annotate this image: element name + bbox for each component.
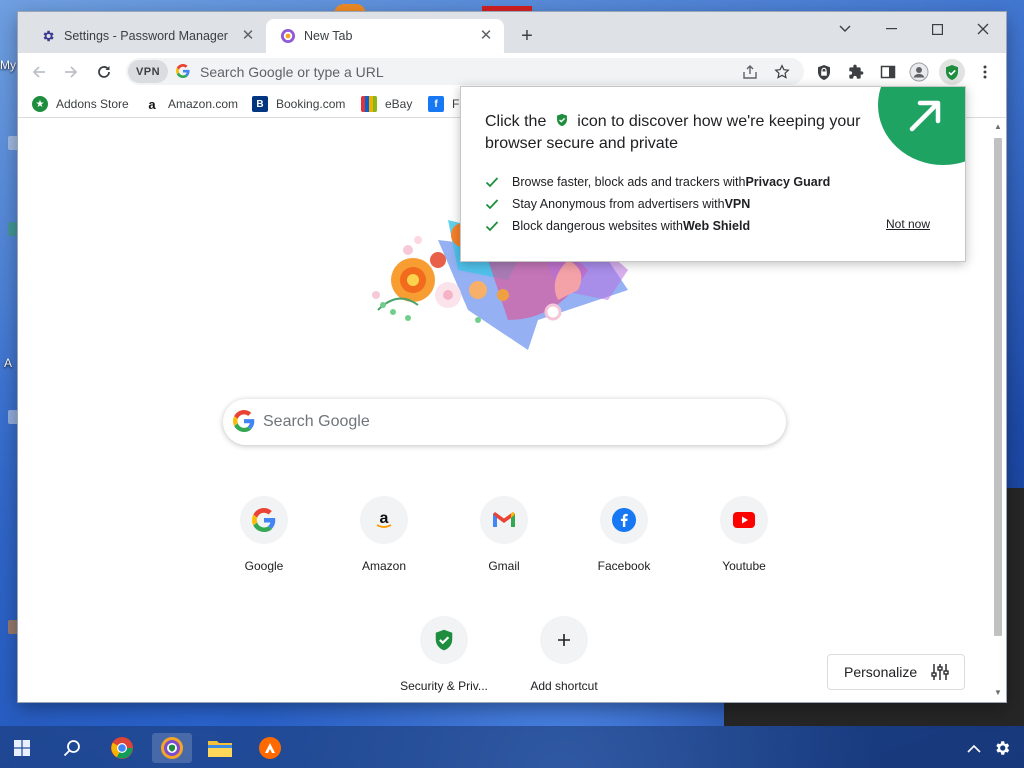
vpn-button[interactable]: VPN xyxy=(128,60,168,83)
security-extension-icon[interactable] xyxy=(939,59,965,85)
list-item: Block dangerous websites with Web Shield xyxy=(485,215,830,237)
checkmark-icon xyxy=(485,221,499,232)
bookmark-addons-store[interactable]: ★ Addons Store xyxy=(32,95,129,113)
shortcut-facebook[interactable]: Facebook xyxy=(568,496,680,596)
tab-search-chevron-icon[interactable] xyxy=(822,16,868,42)
sliders-icon xyxy=(930,662,950,685)
list-item: Stay Anonymous from advertisers with VPN xyxy=(485,193,830,215)
avast-icon[interactable] xyxy=(250,733,290,763)
menu-kebab-icon[interactable] xyxy=(974,61,996,83)
gmail-icon xyxy=(480,496,528,544)
file-explorer-icon[interactable] xyxy=(200,733,240,763)
address-bar[interactable]: VPN xyxy=(126,58,804,85)
secure-browser-icon[interactable] xyxy=(152,733,192,763)
taskbar xyxy=(0,726,1024,768)
amazon-icon: a xyxy=(360,496,408,544)
youtube-icon xyxy=(720,496,768,544)
settings-gear-icon[interactable] xyxy=(982,733,1022,763)
shortcut-google[interactable]: Google xyxy=(208,496,320,596)
feature-list: Browse faster, block ads and trackers wi… xyxy=(485,171,830,237)
google-icon xyxy=(240,496,288,544)
google-search-box[interactable] xyxy=(223,399,786,445)
security-promo-popup: Click the icon to discover how we're kee… xyxy=(460,86,966,262)
extensions-puzzle-icon[interactable] xyxy=(845,61,867,83)
shortcut-youtube[interactable]: Youtube xyxy=(688,496,800,596)
search-input[interactable] xyxy=(263,410,763,434)
browser-logo-icon xyxy=(280,28,296,44)
privacy-shield-icon[interactable] xyxy=(813,61,835,83)
popup-title: Click the icon to discover how we're kee… xyxy=(485,113,861,152)
tab-settings[interactable]: Settings - Password Manager ✕ xyxy=(26,19,266,53)
new-tab-button[interactable]: + xyxy=(516,26,538,48)
not-now-link[interactable]: Not now xyxy=(886,217,930,231)
booking-icon: B xyxy=(252,96,268,112)
bookmark-ebay[interactable]: eBay xyxy=(361,95,412,113)
scrollbar[interactable]: ▲ ▼ xyxy=(990,118,1006,702)
tab-label: Settings - Password Manager xyxy=(64,29,228,43)
tab-label: New Tab xyxy=(304,29,353,43)
scrollbar-thumb[interactable] xyxy=(994,138,1002,636)
svg-text:a: a xyxy=(380,510,389,527)
ebay-icon xyxy=(361,96,377,112)
browser-window: Settings - Password Manager ✕ New Tab ✕ … xyxy=(18,12,1006,702)
close-icon[interactable]: ✕ xyxy=(240,28,256,44)
tab-strip: Settings - Password Manager ✕ New Tab ✕ … xyxy=(18,12,1006,53)
reload-icon[interactable] xyxy=(93,61,115,83)
checkmark-icon xyxy=(485,177,499,188)
promo-badge xyxy=(878,87,965,165)
profile-avatar-icon[interactable] xyxy=(908,61,930,83)
gear-icon xyxy=(40,28,56,44)
facebook-icon: f xyxy=(428,96,444,112)
google-g-icon xyxy=(232,410,255,437)
chrome-icon[interactable] xyxy=(102,733,142,763)
addons-store-icon: ★ xyxy=(32,96,48,112)
desktop-icon-label[interactable]: My xyxy=(0,58,16,72)
add-shortcut-button[interactable]: Add shortcut xyxy=(508,616,620,702)
shortcut-security-privacy[interactable]: Security & Priv... xyxy=(388,616,500,702)
checkmark-icon xyxy=(485,199,499,210)
desktop-icon-label[interactable]: A xyxy=(4,356,12,370)
search-icon[interactable] xyxy=(52,733,92,763)
share-icon[interactable] xyxy=(740,62,760,82)
forward-arrow-icon[interactable] xyxy=(60,61,82,83)
shield-check-icon xyxy=(556,113,567,127)
arrow-up-right-icon xyxy=(909,100,941,132)
windows-start-icon[interactable] xyxy=(2,733,42,763)
security-shield-icon xyxy=(420,616,468,664)
google-g-icon xyxy=(176,64,190,83)
personalize-button[interactable]: Personalize xyxy=(827,654,965,690)
minimize-icon[interactable] xyxy=(868,16,914,42)
close-icon[interactable]: ✕ xyxy=(478,28,494,44)
plus-icon xyxy=(540,616,588,664)
bookmark-booking[interactable]: B Booking.com xyxy=(252,95,345,113)
facebook-icon xyxy=(600,496,648,544)
url-input[interactable] xyxy=(200,61,700,82)
tab-new-tab[interactable]: New Tab ✕ xyxy=(266,19,504,53)
shortcut-gmail[interactable]: Gmail xyxy=(448,496,560,596)
list-item: Browse faster, block ads and trackers wi… xyxy=(485,171,830,193)
shortcut-amazon[interactable]: a Amazon xyxy=(328,496,440,596)
scroll-down-icon[interactable]: ▼ xyxy=(993,688,1003,698)
side-panel-icon[interactable] xyxy=(877,61,899,83)
amazon-icon: a xyxy=(144,96,160,112)
back-arrow-icon[interactable] xyxy=(28,61,50,83)
toolbar: VPN xyxy=(18,53,1006,90)
bookmark-star-icon[interactable] xyxy=(772,62,792,82)
scroll-up-icon[interactable]: ▲ xyxy=(993,122,1003,132)
bookmark-amazon[interactable]: a Amazon.com xyxy=(144,95,238,113)
window-close-icon[interactable] xyxy=(960,16,1006,42)
maximize-icon[interactable] xyxy=(914,16,960,42)
